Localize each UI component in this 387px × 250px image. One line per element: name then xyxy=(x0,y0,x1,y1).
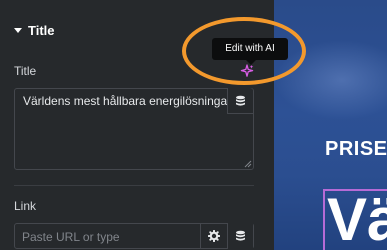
gear-icon xyxy=(208,230,220,242)
section-header-title[interactable]: Title xyxy=(14,21,55,39)
sparkle-icon[interactable] xyxy=(240,64,254,78)
resize-handle[interactable] xyxy=(244,160,252,168)
database-icon xyxy=(236,95,245,106)
edit-with-ai-tooltip: Edit with AI xyxy=(212,38,288,65)
dynamic-tags-button[interactable] xyxy=(227,88,253,114)
title-field-label: Title xyxy=(14,64,37,78)
title-textarea[interactable]: Världens mest hållbara energilösningar xyxy=(14,88,254,170)
preview-eyebrow: PRISE xyxy=(325,138,387,160)
section-title: Title xyxy=(28,22,55,38)
preview-background xyxy=(274,40,387,120)
link-options-button[interactable] xyxy=(200,223,227,249)
preview-heading: Vä xyxy=(327,189,387,250)
link-dynamic-tags-button[interactable] xyxy=(227,223,253,249)
caret-down-icon xyxy=(14,27,22,33)
preview-heading-selected[interactable]: Vä xyxy=(323,189,387,250)
link-field-label: Link xyxy=(14,199,37,213)
database-icon xyxy=(236,230,245,241)
canvas-preview[interactable]: PRISE Vä xyxy=(274,0,387,250)
divider xyxy=(14,185,254,186)
